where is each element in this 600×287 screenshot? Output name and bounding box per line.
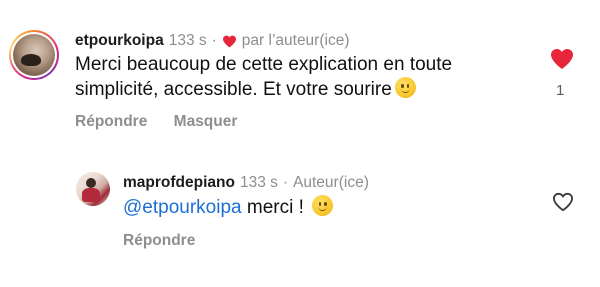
comment-actions: Répondre Masquer [75,113,259,131]
comment-actions: Répondre [123,232,217,250]
mention-link[interactable]: @etpourkoipa [123,197,242,218]
timestamp: 133 s [168,32,207,49]
separator-dot: · [282,174,289,191]
avatar-story-ring[interactable] [9,30,59,80]
author-liked-label: par l’auteur(ice) [241,32,350,49]
avatar[interactable] [76,172,110,206]
separator-dot: · [211,32,217,49]
username[interactable]: etpourkoipa [75,31,164,51]
username[interactable]: maprofdepiano [123,173,235,193]
comment-body: merci ! [246,197,304,218]
timestamp: 133 s [239,174,278,191]
hide-button[interactable]: Masquer [174,113,238,130]
like-heart-icon[interactable] [550,48,574,70]
like-heart-outline-icon[interactable] [552,192,574,212]
author-liked-heart-icon [222,35,236,47]
like-count: 1 [556,82,565,99]
comment: etpourkoipa 133 s · par l’auteur(ice) Me… [75,31,505,102]
comment-meta: maprofdepiano 133 s · Auteur(ice) [123,173,553,193]
comment-reply: maprofdepiano 133 s · Auteur(ice) @etpou… [123,173,553,220]
slightly-smiling-face-icon [394,77,416,98]
comments-panel: etpourkoipa 133 s · par l’auteur(ice) Me… [0,0,600,287]
reply-button[interactable]: Répondre [75,113,147,130]
author-badge: Auteur(ice) [293,174,369,191]
comment-meta: etpourkoipa 133 s · par l’auteur(ice) [75,31,505,51]
slightly-smiling-face-icon [312,195,334,216]
comment-text: Merci beaucoup de cette explication en t… [75,53,505,102]
reply-button[interactable]: Répondre [123,232,195,249]
comment-text: @etpourkoipa merci ! [123,195,553,220]
avatar[interactable] [13,34,55,76]
comment-body: Merci beaucoup de cette explication en t… [75,54,453,100]
